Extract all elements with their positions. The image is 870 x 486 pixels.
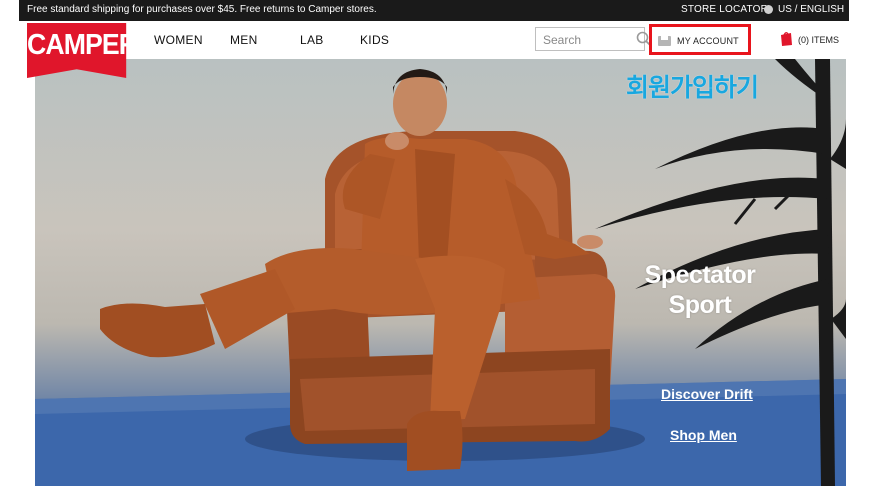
hero-banner[interactable]: Spectator Sport Discover Drift Shop Men: [35, 59, 846, 486]
my-account-button[interactable]: MY ACCOUNT: [649, 24, 751, 55]
search-box: [535, 27, 652, 51]
nav-women[interactable]: WOMEN: [154, 33, 203, 47]
hero-title-line-1: Spectator: [644, 261, 756, 289]
site-header: CAMPER WOMEN MEN LAB KIDS MY ACCOUNT (0)…: [19, 21, 849, 78]
signup-annotation: 회원가입하기: [626, 74, 759, 102]
hero-title-line-2: Sport: [668, 291, 732, 319]
shipping-promo-text: Free standard shipping for purchases ove…: [27, 4, 377, 15]
nav-men[interactable]: MEN: [230, 33, 258, 47]
nav-lab[interactable]: LAB: [300, 33, 324, 47]
cart-icon[interactable]: [779, 32, 793, 47]
nav-kids[interactable]: KIDS: [360, 33, 389, 47]
hero-title: Spectator Sport: [625, 260, 775, 320]
person-icon: [658, 36, 671, 46]
top-promo-bar: Free standard shipping for purchases ove…: [19, 0, 849, 21]
my-account-label: MY ACCOUNT: [677, 36, 739, 46]
shop-men-link[interactable]: Shop Men: [670, 427, 737, 443]
search-input[interactable]: [541, 29, 631, 51]
discover-drift-link[interactable]: Discover Drift: [661, 386, 753, 402]
locale-selector[interactable]: US / ENGLISH: [778, 4, 844, 15]
globe-icon: [764, 5, 773, 14]
cart-items-count[interactable]: (0) ITEMS: [798, 35, 839, 45]
store-locator-link[interactable]: STORE LOCATOR: [681, 4, 768, 15]
